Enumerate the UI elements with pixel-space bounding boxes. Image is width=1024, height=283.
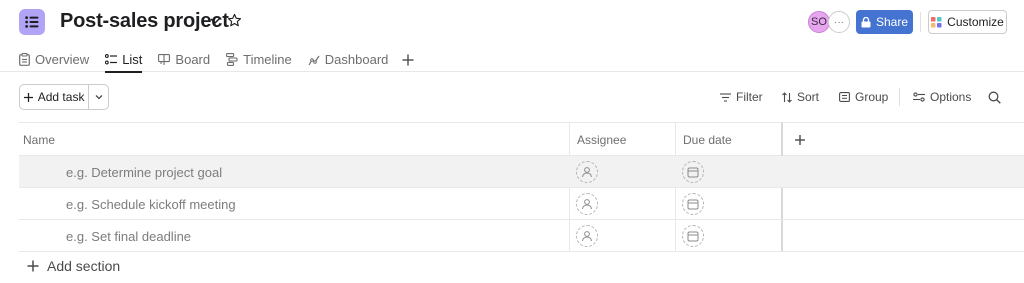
table-row[interactable]: e.g. Schedule kickoff meeting: [19, 188, 1024, 220]
add-section-label: Add section: [47, 258, 121, 274]
sort-button[interactable]: Sort: [782, 90, 819, 104]
tab-board[interactable]: Board: [158, 46, 210, 72]
search-icon[interactable]: [988, 91, 1001, 104]
list-icon[interactable]: [19, 9, 45, 35]
tab-label: Dashboard: [324, 52, 389, 67]
task-name-placeholder[interactable]: e.g. Determine project goal: [66, 156, 222, 188]
tab-overview[interactable]: Overview: [19, 46, 89, 72]
tab-label: Overview: [35, 52, 90, 67]
table-row[interactable]: e.g. Determine project goal: [19, 156, 1024, 188]
group-button[interactable]: Group: [839, 90, 888, 104]
plus-icon: [402, 54, 414, 65]
project-title[interactable]: Post-sales project: [60, 10, 229, 33]
chevron-down-icon[interactable]: [208, 14, 222, 28]
star-icon[interactable]: [227, 13, 242, 28]
filter-icon: [720, 92, 731, 102]
avatar[interactable]: SO: [808, 11, 830, 33]
group-label: Group: [855, 90, 889, 104]
add-section-button[interactable]: Add section: [27, 258, 120, 274]
plus-icon: [795, 134, 805, 145]
list-check-icon: [105, 54, 118, 65]
tab-list[interactable]: List: [105, 46, 143, 73]
customize-button[interactable]: Customize: [928, 10, 1007, 34]
lock-icon: [861, 16, 871, 27]
add-task-dropdown[interactable]: [89, 85, 108, 109]
divider: [920, 12, 921, 32]
assignee-icon[interactable]: [576, 225, 598, 247]
dashboard-icon: [308, 55, 320, 65]
group-icon: [839, 92, 850, 102]
chevron-down-icon: [95, 95, 103, 100]
column-header-name[interactable]: Name: [23, 123, 55, 156]
add-task-label: Add task: [37, 90, 85, 104]
share-button[interactable]: Share: [856, 10, 913, 34]
sort-icon: [782, 91, 792, 103]
sort-label: Sort: [797, 90, 820, 104]
timeline-icon: [226, 53, 238, 66]
calendar-icon[interactable]: [682, 161, 704, 183]
assignee-icon[interactable]: [576, 161, 598, 183]
options-icon: [913, 92, 925, 102]
tab-label: List: [122, 52, 143, 67]
tab-label: Board: [175, 52, 211, 67]
filter-label: Filter: [736, 90, 763, 104]
table-row[interactable]: e.g. Set final deadline: [19, 220, 1024, 252]
task-name-placeholder[interactable]: e.g. Set final deadline: [66, 220, 191, 252]
plus-icon: [23, 92, 33, 102]
calendar-icon[interactable]: [682, 225, 704, 247]
more-members-button[interactable]: ···: [828, 11, 850, 33]
add-task-split-button: Add task: [19, 84, 109, 110]
view-tabs: Overview List Board Timeline Dashboard: [19, 46, 414, 73]
tab-label: Timeline: [243, 52, 292, 67]
clipboard-icon: [19, 53, 30, 66]
calendar-icon[interactable]: [682, 193, 704, 215]
table-header: Name Assignee Due date: [19, 122, 1024, 156]
add-column-button[interactable]: [795, 123, 805, 156]
options-button[interactable]: Options: [913, 90, 971, 104]
share-label: Share: [875, 15, 909, 29]
column-header-assignee[interactable]: Assignee: [577, 123, 626, 156]
board-icon: [158, 53, 171, 65]
column-header-due-date[interactable]: Due date: [683, 123, 732, 156]
divider: [899, 88, 900, 106]
options-label: Options: [930, 90, 972, 104]
task-name-placeholder[interactable]: e.g. Schedule kickoff meeting: [66, 188, 236, 220]
add-task-button[interactable]: Add task: [20, 85, 90, 109]
assignee-icon[interactable]: [576, 193, 598, 215]
project-header: Post-sales project SO ··· Share Customiz…: [0, 0, 1024, 73]
customize-icon: [931, 16, 942, 27]
add-tab-button[interactable]: [402, 46, 414, 72]
filter-button[interactable]: Filter: [720, 90, 763, 104]
tab-timeline[interactable]: Timeline: [226, 46, 292, 72]
plus-icon: [27, 260, 39, 272]
customize-label: Customize: [947, 15, 1004, 29]
tab-dashboard[interactable]: Dashboard: [308, 46, 389, 72]
